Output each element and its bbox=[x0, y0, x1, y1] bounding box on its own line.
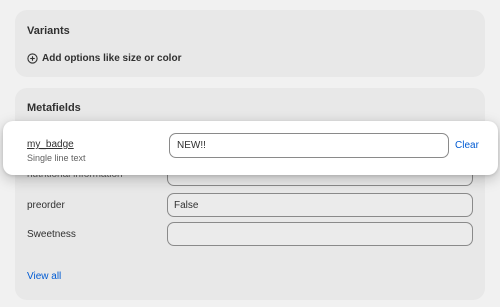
plus-circle-icon bbox=[27, 53, 38, 64]
metafield-type: Single line text bbox=[27, 153, 86, 163]
metafield-row-sweetness: Sweetness bbox=[27, 222, 473, 246]
clear-button[interactable]: Clear bbox=[455, 140, 479, 151]
metafield-input-preorder[interactable]: False bbox=[167, 193, 473, 217]
metafield-label: Sweetness bbox=[27, 228, 76, 240]
metafield-value-input[interactable]: NEW!! bbox=[169, 133, 449, 158]
add-options-label: Add options like size or color bbox=[42, 53, 182, 64]
variants-card: Variants Add options like size or color bbox=[15, 10, 485, 77]
metafield-row-preorder: preorder False bbox=[27, 193, 473, 217]
metafields-card: Metafields nutritional information Prote… bbox=[15, 88, 485, 300]
variants-title: Variants bbox=[27, 25, 70, 37]
add-options-button[interactable]: Add options like size or color bbox=[27, 53, 181, 64]
metafields-title: Metafields bbox=[27, 102, 81, 114]
metafield-name[interactable]: my_badge bbox=[27, 139, 74, 150]
metafield-label: preorder bbox=[27, 199, 65, 211]
editing-metafield-popover: my_badge Single line text NEW!! Clear bbox=[3, 121, 498, 175]
metafield-input-sweetness[interactable] bbox=[167, 222, 473, 246]
view-all-link[interactable]: View all bbox=[27, 271, 61, 282]
